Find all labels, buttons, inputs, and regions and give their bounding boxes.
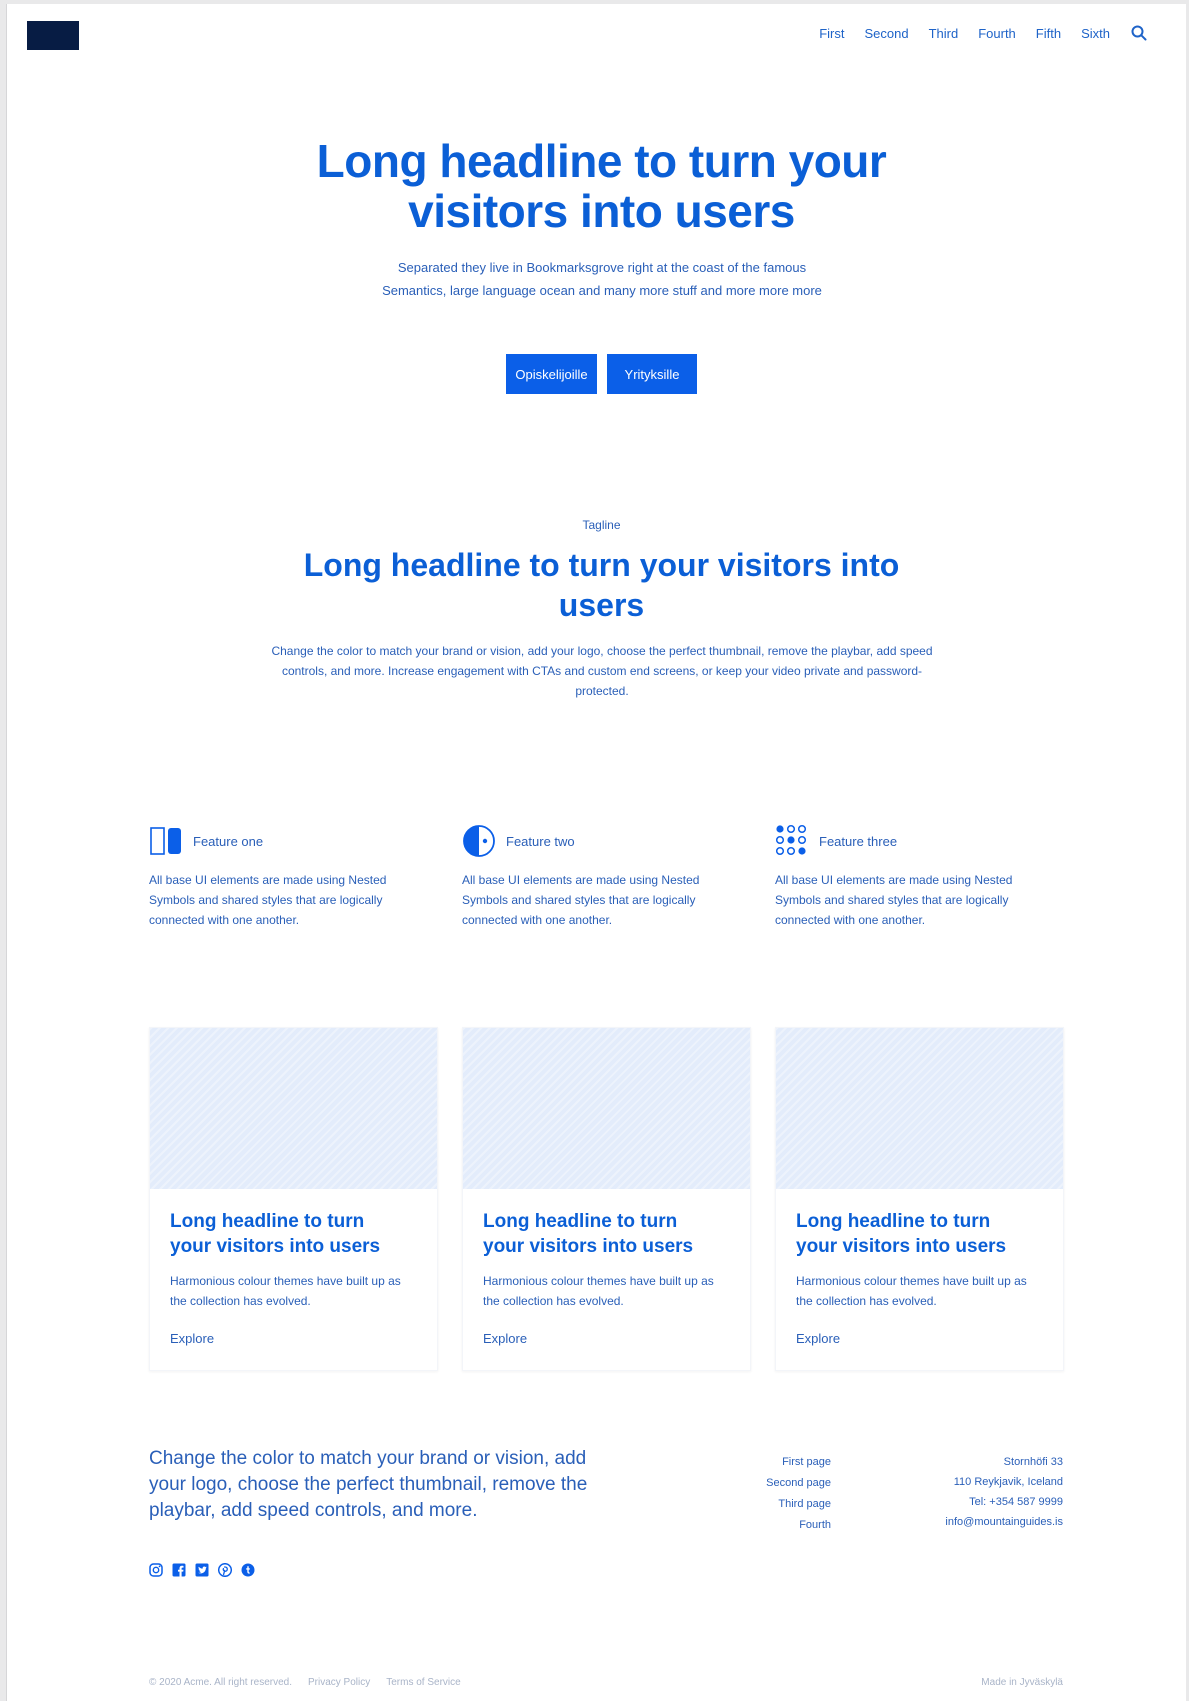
made-in-text: Made in Jyväskylä [981, 1677, 1063, 1688]
feature-item: Feature two All base UI elements are mad… [462, 824, 735, 930]
nav-item-fourth[interactable]: Fourth [978, 26, 1016, 41]
footer-link-first-page[interactable]: First page [747, 1452, 831, 1473]
hero-title-line: visitors into users [408, 185, 795, 237]
card-image [150, 1028, 437, 1189]
nav-item-third[interactable]: Third [929, 26, 959, 41]
section-title-line: users [558, 587, 645, 623]
card-title-line: your visitors into users [170, 1236, 381, 1257]
card-title-line: Long headline to turn [796, 1211, 991, 1232]
hero-title-line: Long headline to turn your [316, 135, 887, 187]
facebook-icon[interactable] [172, 1563, 186, 1577]
card-title-line: Long headline to turn [170, 1211, 365, 1232]
features: Feature one All base UI elements are mad… [149, 824, 1069, 930]
nav-item-first[interactable]: First [819, 26, 844, 41]
feature-item: Feature one All base UI elements are mad… [149, 824, 422, 930]
section-title-line: Long headline to turn your visitors into [303, 547, 900, 583]
social-links [149, 1563, 255, 1577]
card-title: Long headline to turn your visitors into… [796, 1209, 1043, 1259]
explore-link[interactable]: Explore [796, 1331, 840, 1346]
feature-title: Feature three [819, 833, 898, 849]
footer-lead: Change the color to match your brand or … [149, 1448, 588, 1521]
section-tagline: Tagline [582, 518, 621, 532]
card-title-line: your visitors into users [796, 1236, 1007, 1257]
footer-links: First page Second page Third page Fourth [747, 1452, 831, 1536]
footer-link-fourth[interactable]: Fourth [747, 1515, 831, 1536]
feature-head: Feature three [775, 824, 1048, 858]
copyright-text: © 2020 Acme. All right reserved. [149, 1677, 292, 1688]
footer-address: Stornhöfi 33 110 Reykjavik, Iceland Tel:… [907, 1452, 1063, 1532]
split-rectangle-icon [149, 824, 183, 858]
card-title-line: Long headline to turn [483, 1211, 678, 1232]
main-nav: First Second Third Fourth Fifth Sixth [819, 21, 1148, 45]
companies-button[interactable]: Yrityksille [607, 354, 697, 394]
twitter-icon[interactable] [195, 1563, 209, 1577]
nav-item-fifth[interactable]: Fifth [1036, 26, 1061, 41]
dots-grid-icon [775, 824, 809, 858]
logo[interactable] [27, 21, 79, 50]
card-image [463, 1028, 750, 1189]
section-title: Long headline to turn your visitors into… [7, 545, 1189, 625]
tumblr-icon[interactable] [241, 1563, 255, 1577]
half-circle-icon [462, 824, 496, 858]
feature-text: All base UI elements are made using Nest… [775, 873, 1013, 927]
hero-subtitle: Separated they live in Bookmarksgrove ri… [382, 260, 822, 298]
hero-buttons: Opiskelijoille Yrityksille [7, 354, 1189, 394]
instagram-icon[interactable] [149, 1563, 163, 1577]
nav-item-sixth[interactable]: Sixth [1081, 26, 1110, 41]
card-title: Long headline to turn your visitors into… [483, 1209, 730, 1259]
card-body: Long headline to turn your visitors into… [463, 1189, 750, 1348]
card-body: Long headline to turn your visitors into… [776, 1189, 1063, 1348]
cards: Long headline to turn your visitors into… [149, 1027, 1069, 1371]
bottom-bar: © 2020 Acme. All right reserved. Privacy… [149, 1677, 1063, 1688]
card: Long headline to turn your visitors into… [149, 1027, 438, 1371]
address-street: Stornhöfi 33 [1003, 1456, 1063, 1468]
address-phone: Tel: +354 587 9999 [969, 1496, 1063, 1508]
section-text: Change the color to match your brand or … [271, 644, 933, 698]
feature-text: All base UI elements are made using Nest… [149, 873, 387, 927]
explore-link[interactable]: Explore [483, 1331, 527, 1346]
card-body: Long headline to turn your visitors into… [150, 1189, 437, 1348]
footer-link-third-page[interactable]: Third page [747, 1494, 831, 1515]
card-title-line: your visitors into users [483, 1236, 694, 1257]
card-text: Harmonious colour themes have built up a… [796, 1274, 1027, 1308]
card-text: Harmonious colour themes have built up a… [483, 1274, 714, 1308]
pinterest-icon[interactable] [218, 1563, 232, 1577]
card-image [776, 1028, 1063, 1189]
card-text: Harmonious colour themes have built up a… [170, 1274, 401, 1308]
terms-of-service-link[interactable]: Terms of Service [386, 1677, 460, 1688]
students-button[interactable]: Opiskelijoille [506, 354, 597, 394]
feature-item: Feature three All base UI elements are m… [775, 824, 1048, 930]
address-email[interactable]: info@mountainguides.is [907, 1512, 1063, 1532]
footer-link-second-page[interactable]: Second page [747, 1473, 831, 1494]
address-city: 110 Reykjavik, Iceland [953, 1476, 1063, 1488]
privacy-policy-link[interactable]: Privacy Policy [308, 1677, 370, 1688]
page: First Second Third Fourth Fifth Sixth Lo… [6, 4, 1186, 1701]
hero-title: Long headline to turn your visitors into… [7, 136, 1189, 236]
card-title: Long headline to turn your visitors into… [170, 1209, 417, 1259]
card: Long headline to turn your visitors into… [775, 1027, 1064, 1371]
explore-link[interactable]: Explore [170, 1331, 214, 1346]
feature-head: Feature two [462, 824, 735, 858]
card: Long headline to turn your visitors into… [462, 1027, 751, 1371]
feature-head: Feature one [149, 824, 422, 858]
feature-text: All base UI elements are made using Nest… [462, 873, 700, 927]
feature-title: Feature two [506, 833, 575, 849]
nav-item-second[interactable]: Second [865, 26, 909, 41]
search-icon[interactable] [1130, 24, 1148, 42]
feature-title: Feature one [193, 833, 264, 849]
